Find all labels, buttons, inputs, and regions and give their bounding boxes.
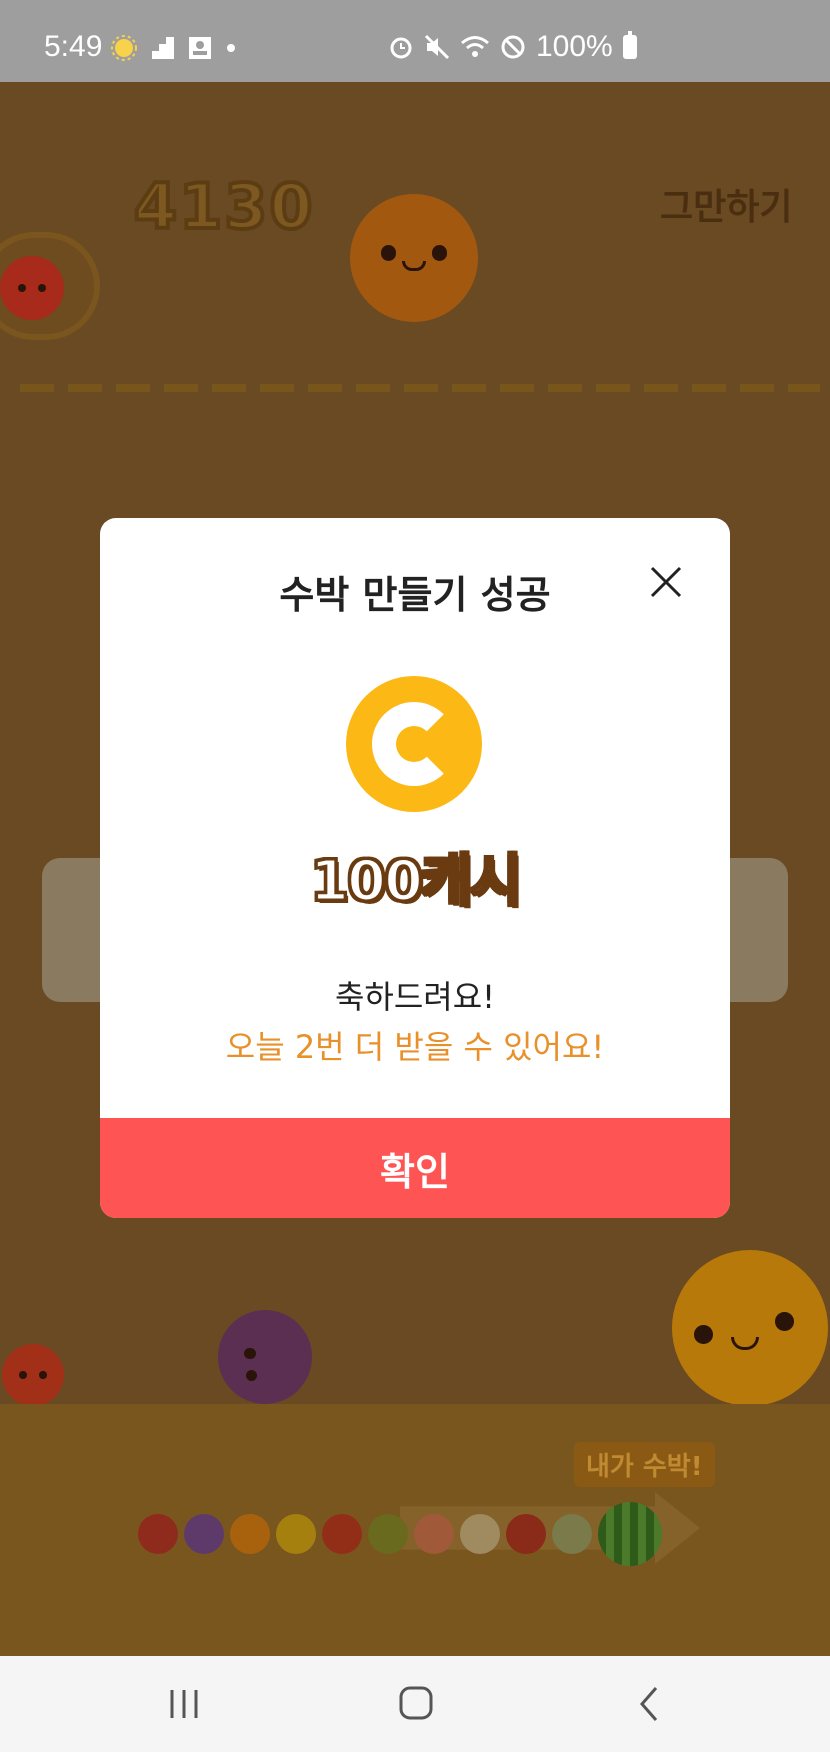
deadline-line <box>20 384 820 392</box>
status-time: 5:49 <box>44 30 103 63</box>
evo-apple <box>322 1514 362 1554</box>
next-fruit-strawberry <box>0 256 64 320</box>
evo-melon <box>552 1514 592 1554</box>
weather-sun-icon <box>111 35 137 61</box>
congrats-message: 축하드려요! <box>334 978 496 1016</box>
evo-orange <box>230 1514 270 1554</box>
stairs-icon <box>152 37 174 59</box>
battery-percent: 100% <box>536 30 613 63</box>
mute-icon <box>424 34 450 60</box>
quit-button[interactable]: 그만하기 <box>660 178 792 230</box>
back-icon[interactable] <box>620 1678 680 1730</box>
current-fruit-orange[interactable] <box>350 194 478 322</box>
evo-grape <box>184 1514 224 1554</box>
home-icon[interactable] <box>386 1678 446 1730</box>
dnd-icon <box>501 35 525 59</box>
remaining-message: 오늘 2번 더 받을 수 있어요! <box>225 1028 605 1066</box>
evo-pear <box>460 1514 500 1554</box>
reward-modal: 수박 만들기 성공 100캐시 축하드려요! 오늘 2번 더 받을 수 있어요!… <box>100 518 730 1218</box>
reward-amount: 100캐시 <box>309 848 524 916</box>
evo-cherry <box>138 1514 178 1554</box>
background-panel <box>728 858 788 1002</box>
alarm-icon <box>390 37 412 59</box>
evo-kiwi <box>368 1514 408 1554</box>
evolution-chain <box>138 1502 662 1566</box>
dot-icon <box>227 44 235 52</box>
evo-watermelon <box>598 1502 662 1566</box>
modal-title: 수박 만들기 성공 <box>279 573 551 617</box>
battery-icon <box>622 31 637 59</box>
recent-apps-icon[interactable] <box>154 1678 214 1730</box>
status-left-icons <box>110 34 236 62</box>
evo-persimmon <box>276 1514 316 1554</box>
fruit-strawberry <box>2 1344 64 1406</box>
wifi-icon <box>461 36 489 57</box>
next-fruit-holder <box>0 232 100 340</box>
contact-card-icon <box>189 37 211 59</box>
background-panel <box>42 858 104 1002</box>
coin-c-icon <box>372 702 456 786</box>
navigation-bar <box>0 1656 830 1752</box>
my-watermelon-badge: 내가 수박! <box>574 1442 715 1487</box>
close-icon[interactable] <box>646 562 686 602</box>
evo-peach <box>414 1514 454 1554</box>
status-bar: 5:49 100% <box>0 0 830 82</box>
fruit-persimmon <box>672 1250 828 1406</box>
cash-coin-icon <box>346 676 482 812</box>
confirm-button[interactable]: 확인 <box>100 1118 730 1218</box>
score: 4130 <box>132 168 315 245</box>
fruit-grape <box>218 1310 312 1404</box>
status-right-icons: 100% <box>388 30 637 64</box>
evo-pomegranate <box>506 1514 546 1554</box>
